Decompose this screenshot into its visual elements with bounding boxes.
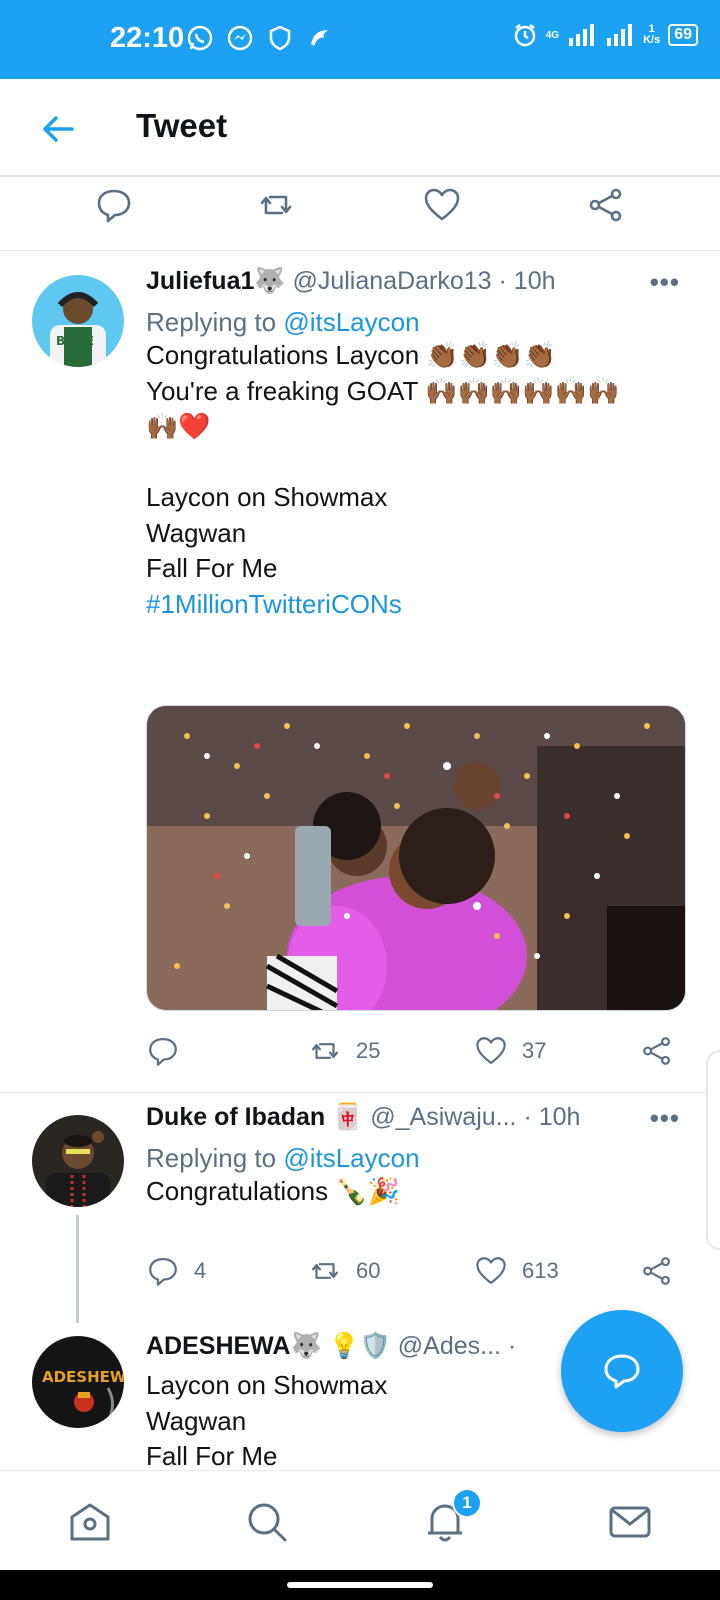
replying-prefix: Replying to — [146, 1143, 284, 1173]
svg-text:BF TE: BF TE — [56, 334, 94, 348]
svg-text:ADESHEWA: ADESHEWA — [42, 1368, 124, 1386]
status-bar: 22:10 4G 1 K/s 69 — [0, 0, 720, 79]
reply-icon — [149, 1257, 177, 1286]
alarm-icon — [514, 24, 535, 47]
compose-icon — [604, 1354, 640, 1389]
author-handle[interactable]: @_Asiwaju... — [370, 1103, 516, 1131]
retweet-count: 25 — [356, 1038, 381, 1063]
tweet-text: Congratulations 🍾🎉 — [146, 1176, 401, 1206]
like-count: 613 — [522, 1258, 559, 1283]
like-icon — [476, 1037, 506, 1065]
like-button[interactable]: 613 — [474, 1254, 559, 1288]
network-speed: 1 K/s — [643, 23, 661, 46]
notification-badge: 1 — [452, 1488, 482, 1518]
tweet-time: · 10h — [498, 267, 556, 295]
share-icon — [643, 1037, 671, 1065]
retweet-button[interactable]: 25 — [308, 1034, 380, 1068]
tweet-actions: 4 60 613 — [146, 1254, 680, 1294]
like-icon[interactable] — [422, 185, 462, 225]
share-button[interactable] — [640, 1254, 674, 1288]
thread-line — [76, 1215, 79, 1323]
page-title: Tweet — [136, 107, 228, 144]
more-icon[interactable]: ••• — [650, 1103, 680, 1134]
retweet-icon — [311, 1043, 339, 1059]
status-time: 22:10 — [110, 22, 185, 54]
status-right: 4G 1 K/s 69 — [512, 22, 698, 48]
retweet-button[interactable]: 60 — [308, 1254, 380, 1288]
avatar[interactable]: ADESHEWA — [32, 1336, 124, 1428]
app-header: Tweet — [0, 79, 720, 177]
shield-icon — [269, 25, 291, 51]
home-indicator[interactable] — [287, 1582, 433, 1588]
avatar[interactable]: BF TE — [32, 275, 124, 367]
tweet-media-image[interactable] — [146, 705, 686, 1011]
tweet-content: Juliefua1🐺 @JulianaDarko13 · 10h ••• Rep… — [146, 267, 680, 622]
tweet-actions: 25 37 — [146, 1034, 680, 1074]
system-gesture-bar — [0, 1570, 720, 1600]
replying-to: Replying to @itsLaycon — [146, 1143, 680, 1174]
share-icon — [643, 1257, 671, 1285]
tweet-time: · 10h — [523, 1103, 581, 1131]
tweet-content: Duke of Ibadan 🀄 @_Asiwaju... · 10h ••• … — [146, 1103, 680, 1210]
battery-indicator: 69 — [668, 24, 698, 46]
avatar[interactable] — [32, 1115, 124, 1207]
author-emoji: 🐺 — [254, 267, 286, 295]
like-button[interactable]: 37 — [474, 1034, 546, 1068]
author-handle[interactable]: @Ades... — [398, 1332, 501, 1360]
author-emoji: 🀄 — [332, 1103, 364, 1131]
tweet-text: Congratulations Laycon 👏🏾👏🏾👏🏾👏🏾 You're a… — [146, 340, 620, 583]
reply-icon — [149, 1037, 177, 1066]
tweet-time: · — [507, 1332, 517, 1360]
signal-icon — [569, 24, 595, 46]
search-icon[interactable] — [244, 1499, 290, 1545]
signal-icon-2 — [607, 24, 633, 46]
main-tweet-actions — [0, 177, 720, 251]
author-handle[interactable]: @JulianaDarko13 — [292, 267, 491, 295]
author-name[interactable]: ADESHEWA — [146, 1332, 290, 1360]
author-name[interactable]: Juliefua1 — [146, 267, 254, 295]
reply-button[interactable] — [146, 1034, 180, 1068]
retweet-icon — [311, 1263, 339, 1279]
share-icon[interactable] — [586, 185, 626, 225]
like-count: 37 — [522, 1038, 547, 1063]
tweet-author-line: Juliefua1🐺 @JulianaDarko13 · 10h — [146, 267, 680, 303]
like-icon — [476, 1257, 506, 1285]
app-notification-icon — [311, 30, 328, 46]
whatsapp-icon — [187, 25, 213, 51]
network-type: 4G — [545, 29, 560, 41]
retweet-count: 60 — [356, 1258, 381, 1283]
hashtag-link[interactable]: #1MillionTwitteriCONs — [146, 587, 680, 623]
reply-icon[interactable] — [94, 185, 134, 225]
replying-to: Replying to @itsLaycon — [146, 307, 680, 338]
back-arrow-icon[interactable] — [38, 109, 78, 149]
replying-to-link[interactable]: @itsLaycon — [283, 1143, 419, 1173]
home-icon[interactable] — [67, 1499, 113, 1545]
author-emoji: 🐺 💡🛡️ — [290, 1332, 391, 1360]
party-photo — [147, 706, 685, 1010]
reply-count: 4 — [194, 1258, 207, 1283]
messenger-icon — [227, 25, 253, 51]
scroll-handle[interactable] — [706, 1050, 720, 1250]
messages-icon[interactable] — [607, 1499, 653, 1545]
retweet-icon[interactable] — [256, 185, 296, 225]
more-icon[interactable]: ••• — [650, 267, 680, 298]
bottom-nav: 1 — [0, 1470, 720, 1570]
replying-to-link[interactable]: @itsLaycon — [283, 307, 419, 337]
reply-button[interactable]: 4 — [146, 1254, 206, 1288]
compose-reply-button[interactable] — [561, 1310, 683, 1432]
tweet-author-line: Duke of Ibadan 🀄 @_Asiwaju... · 10h — [146, 1103, 680, 1139]
author-name[interactable]: Duke of Ibadan — [146, 1103, 325, 1131]
replying-prefix: Replying to — [146, 307, 284, 337]
share-button[interactable] — [640, 1034, 674, 1068]
